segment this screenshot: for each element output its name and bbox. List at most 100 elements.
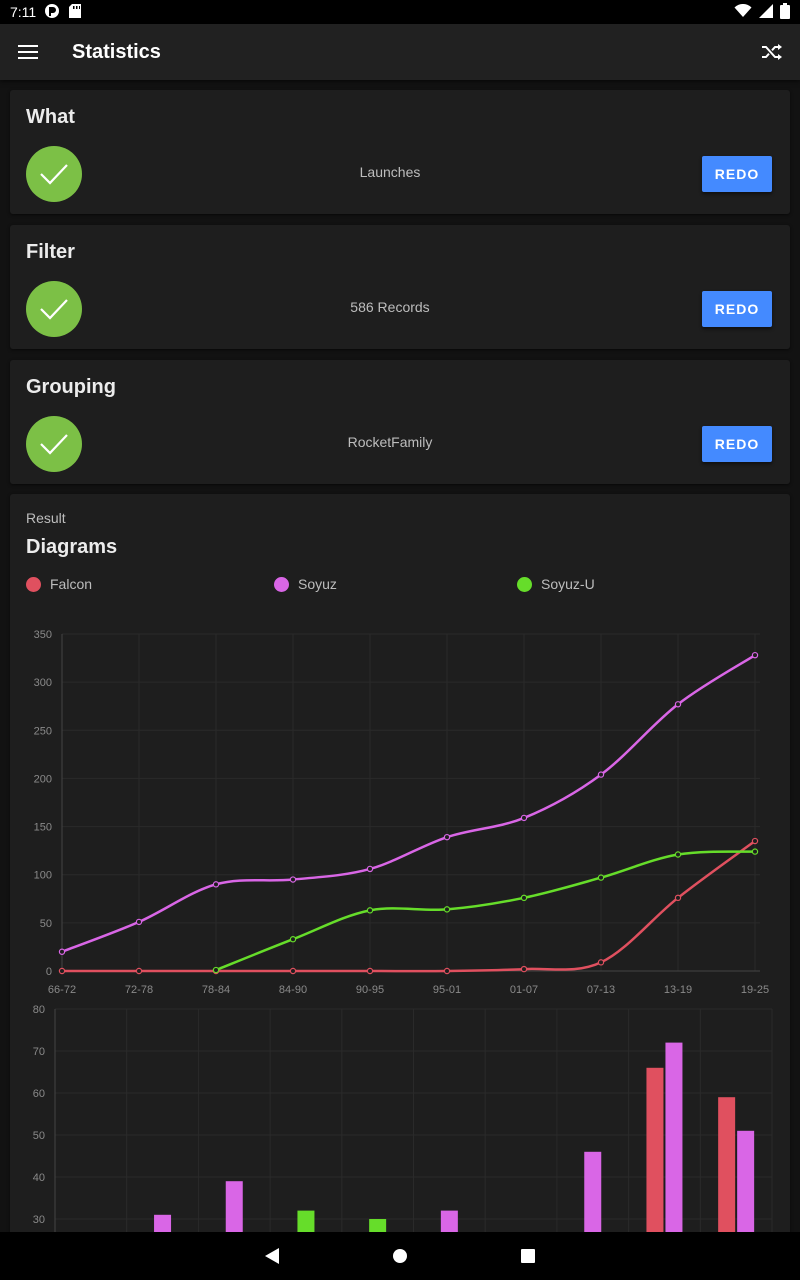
legend-item-falcon[interactable]: Falcon [26,576,92,592]
menu-button[interactable] [0,24,56,80]
home-button[interactable] [336,1232,464,1280]
data-point-soyuz-u [212,966,220,974]
what-value: Launches [359,164,421,180]
y-tick-label: 50 [33,1130,45,1142]
y-tick-label: 30 [33,1214,45,1226]
x-tick-label: 13-19 [664,984,692,994]
grouping-redo-button[interactable]: REDO [702,426,772,462]
diagrams-heading: Diagrams [26,536,118,558]
shuffle-button[interactable] [744,24,800,80]
signal-icon [758,3,774,22]
recents-icon [521,1249,535,1263]
app-bar: Statistics [0,24,800,80]
data-point-soyuz [366,865,374,873]
y-tick-label: 300 [34,677,52,689]
data-point-soyuz [597,771,605,778]
data-point-soyuz [58,948,66,955]
x-tick-label: 90-95 [356,984,384,994]
x-tick-label: 07-13 [587,984,615,994]
data-point-falcon [443,967,451,975]
back-icon [265,1248,279,1264]
bar-chart: 30 40 50 60 70 80 [33,1004,773,1239]
x-tick-label: 01-07 [510,984,538,994]
y-tick-label: 150 [34,822,52,834]
y-tick-label: 50 [40,918,52,930]
result-overline: Result [26,510,66,526]
navigation-bar [0,1232,800,1280]
notification-icon [44,3,60,22]
result-card: Result Diagrams Falcon Soyuz Soyuz-U 0 50… [10,494,790,1254]
series-line-soyuz [61,654,756,953]
back-button[interactable] [208,1232,336,1280]
y-tick-label: 60 [33,1088,45,1100]
data-point-soyuz-u [520,894,528,902]
legend-label-falcon: Falcon [50,576,93,592]
data-point-soyuz [135,918,143,926]
data-point-soyuz-u [674,851,682,858]
data-point-falcon [597,959,605,966]
grouping-heading: Grouping [26,376,116,398]
bar-soyuz [665,1042,683,1239]
y-tick-label: 40 [33,1172,45,1184]
bar-falcon [646,1067,664,1239]
legend-label-soyuz-u: Soyuz-U [541,576,595,592]
grouping-value: RocketFamily [347,434,433,450]
filter-redo-button[interactable]: REDO [702,291,772,327]
legend-dot-falcon [26,576,41,592]
data-point-soyuz-u [289,936,297,943]
data-point-soyuz [212,881,220,888]
x-tick-label: 72-78 [125,984,153,994]
data-point-soyuz [289,876,297,883]
data-point-soyuz-u [443,906,451,913]
x-tick-label: 84-90 [279,984,307,994]
data-point-soyuz-u [597,874,605,881]
y-tick-label: 80 [33,1004,45,1016]
bar-soyuz [225,1181,243,1239]
x-tick-label: 66-72 [48,984,76,994]
wifi-icon [734,3,752,21]
menu-icon [18,45,38,59]
y-tick-label: 0 [46,966,52,978]
x-tick-label: 95-01 [433,984,461,994]
data-point-soyuz [520,814,528,822]
y-tick-label: 350 [34,629,52,641]
grouping-card: Grouping RocketFamily REDO [10,360,790,484]
data-point-soyuz [674,701,682,708]
x-tick-label: 78-84 [202,984,230,994]
data-point-falcon [366,967,374,975]
filter-value: 586 Records [350,299,430,315]
data-point-soyuz-u [366,907,374,914]
page-title: Statistics [72,40,161,63]
line-chart: 0 50 100 150 200 250 300 350 66-72 72-78 78-84 84-9… [34,629,769,994]
data-point-falcon [58,967,66,975]
data-point-falcon [289,967,297,975]
y-tick-label: 250 [34,725,52,737]
app-root: 7:11 Statistics What Launches REDO Filte… [0,0,800,1280]
what-redo-button[interactable]: REDO [702,156,772,192]
filter-heading: Filter [26,241,75,263]
bar-falcon [718,1097,736,1239]
bar-soyuz [584,1151,602,1239]
y-tick-label: 70 [33,1046,45,1058]
legend-item-soyuz-u[interactable]: Soyuz-U [517,576,595,592]
x-tick-label: 19-25 [741,984,769,994]
data-point-falcon [520,965,528,973]
what-card: What Launches REDO [10,90,790,214]
legend-label-soyuz: Soyuz [298,576,337,592]
status-time: 7:11 [10,4,37,20]
series-line-soyuz-u [215,850,756,972]
data-point-falcon [751,837,759,845]
filter-check-icon [26,281,82,337]
sd-card-icon [68,3,82,22]
recents-button[interactable] [464,1232,592,1280]
data-point-falcon [135,967,143,975]
shuffle-icon [762,44,782,60]
y-tick-label: 100 [34,870,52,882]
battery-icon [780,2,790,22]
legend-item-soyuz[interactable]: Soyuz [274,576,337,592]
status-bar: 7:11 [0,0,800,24]
data-point-soyuz [751,651,759,659]
data-point-soyuz [443,833,451,841]
data-point-falcon [674,894,682,902]
y-tick-label: 200 [34,773,52,785]
